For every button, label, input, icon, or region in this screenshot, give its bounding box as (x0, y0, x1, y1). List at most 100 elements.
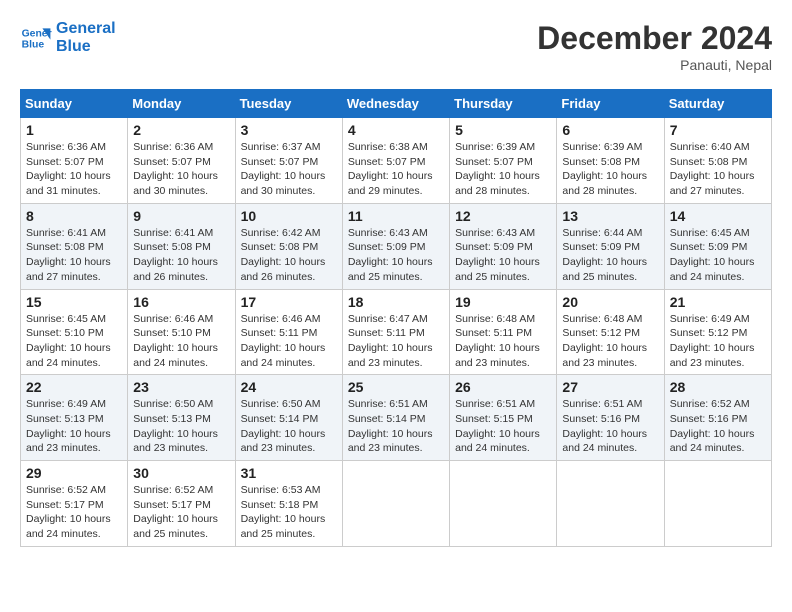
cell-day-number: 3 (241, 122, 337, 138)
weekday-wednesday: Wednesday (342, 90, 449, 118)
calendar-cell: 18 Sunrise: 6:47 AM Sunset: 5:11 PM Dayli… (342, 289, 449, 375)
cell-day-number: 6 (562, 122, 658, 138)
svg-text:Blue: Blue (22, 40, 45, 51)
cell-info: Sunrise: 6:48 AM Sunset: 5:12 PM Dayligh… (562, 312, 658, 371)
week-row-3: 15 Sunrise: 6:45 AM Sunset: 5:10 PM Dayli… (21, 289, 772, 375)
logo-general: General (56, 20, 116, 38)
weekday-sunday: Sunday (21, 90, 128, 118)
month-title: December 2024 (537, 20, 772, 57)
cell-day-number: 18 (348, 294, 444, 310)
calendar-cell: 4 Sunrise: 6:38 AM Sunset: 5:07 PM Daylig… (342, 118, 449, 204)
calendar-cell: 6 Sunrise: 6:39 AM Sunset: 5:08 PM Daylig… (557, 118, 664, 204)
calendar-cell: 28 Sunrise: 6:52 AM Sunset: 5:16 PM Dayli… (664, 375, 771, 461)
cell-day-number: 12 (455, 208, 551, 224)
cell-day-number: 5 (455, 122, 551, 138)
calendar-cell: 17 Sunrise: 6:46 AM Sunset: 5:11 PM Dayli… (235, 289, 342, 375)
cell-day-number: 15 (26, 294, 122, 310)
cell-info: Sunrise: 6:37 AM Sunset: 5:07 PM Dayligh… (241, 140, 337, 199)
cell-info: Sunrise: 6:44 AM Sunset: 5:09 PM Dayligh… (562, 226, 658, 285)
cell-info: Sunrise: 6:38 AM Sunset: 5:07 PM Dayligh… (348, 140, 444, 199)
cell-info: Sunrise: 6:51 AM Sunset: 5:14 PM Dayligh… (348, 397, 444, 456)
cell-day-number: 16 (133, 294, 229, 310)
week-row-2: 8 Sunrise: 6:41 AM Sunset: 5:08 PM Daylig… (21, 203, 772, 289)
calendar-cell: 9 Sunrise: 6:41 AM Sunset: 5:08 PM Daylig… (128, 203, 235, 289)
cell-day-number: 4 (348, 122, 444, 138)
week-row-1: 1 Sunrise: 6:36 AM Sunset: 5:07 PM Daylig… (21, 118, 772, 204)
title-block: December 2024 Panauti, Nepal (537, 20, 772, 73)
cell-day-number: 2 (133, 122, 229, 138)
cell-info: Sunrise: 6:52 AM Sunset: 5:17 PM Dayligh… (133, 483, 229, 542)
calendar-body: 1 Sunrise: 6:36 AM Sunset: 5:07 PM Daylig… (21, 118, 772, 547)
cell-day-number: 8 (26, 208, 122, 224)
calendar-cell: 23 Sunrise: 6:50 AM Sunset: 5:13 PM Dayli… (128, 375, 235, 461)
cell-info: Sunrise: 6:43 AM Sunset: 5:09 PM Dayligh… (348, 226, 444, 285)
cell-day-number: 19 (455, 294, 551, 310)
calendar-cell: 25 Sunrise: 6:51 AM Sunset: 5:14 PM Dayli… (342, 375, 449, 461)
cell-day-number: 29 (26, 465, 122, 481)
cell-info: Sunrise: 6:47 AM Sunset: 5:11 PM Dayligh… (348, 312, 444, 371)
calendar-cell: 12Sunrise: 6:43 AM Sunset: 5:09 PM Dayli… (450, 203, 557, 289)
cell-day-number: 11 (348, 208, 444, 224)
calendar-cell: 7 Sunrise: 6:40 AM Sunset: 5:08 PM Daylig… (664, 118, 771, 204)
cell-info: Sunrise: 6:41 AM Sunset: 5:08 PM Dayligh… (133, 226, 229, 285)
cell-day-number: 21 (670, 294, 766, 310)
calendar-cell: 21Sunrise: 6:49 AM Sunset: 5:12 PM Dayli… (664, 289, 771, 375)
calendar-cell: 30Sunrise: 6:52 AM Sunset: 5:17 PM Dayli… (128, 461, 235, 547)
cell-info: Sunrise: 6:45 AM Sunset: 5:10 PM Dayligh… (26, 312, 122, 371)
cell-info: Sunrise: 6:51 AM Sunset: 5:16 PM Dayligh… (562, 397, 658, 456)
cell-info: Sunrise: 6:52 AM Sunset: 5:16 PM Dayligh… (670, 397, 766, 456)
weekday-thursday: Thursday (450, 90, 557, 118)
cell-day-number: 23 (133, 379, 229, 395)
cell-info: Sunrise: 6:39 AM Sunset: 5:08 PM Dayligh… (562, 140, 658, 199)
cell-day-number: 22 (26, 379, 122, 395)
calendar-cell: 27 Sunrise: 6:51 AM Sunset: 5:16 PM Dayli… (557, 375, 664, 461)
week-row-4: 22Sunrise: 6:49 AM Sunset: 5:13 PM Dayli… (21, 375, 772, 461)
cell-day-number: 24 (241, 379, 337, 395)
cell-day-number: 28 (670, 379, 766, 395)
calendar-cell: 10Sunrise: 6:42 AM Sunset: 5:08 PM Dayli… (235, 203, 342, 289)
cell-info: Sunrise: 6:50 AM Sunset: 5:14 PM Dayligh… (241, 397, 337, 456)
calendar-cell: 13 Sunrise: 6:44 AM Sunset: 5:09 PM Dayli… (557, 203, 664, 289)
calendar-cell: 11 Sunrise: 6:43 AM Sunset: 5:09 PM Dayli… (342, 203, 449, 289)
logo-blue: Blue (56, 38, 116, 56)
cell-info: Sunrise: 6:48 AM Sunset: 5:11 PM Dayligh… (455, 312, 551, 371)
calendar-cell: 1 Sunrise: 6:36 AM Sunset: 5:07 PM Daylig… (21, 118, 128, 204)
cell-day-number: 20 (562, 294, 658, 310)
weekday-monday: Monday (128, 90, 235, 118)
calendar-cell: 26 Sunrise: 6:51 AM Sunset: 5:15 PM Dayli… (450, 375, 557, 461)
cell-day-number: 1 (26, 122, 122, 138)
cell-info: Sunrise: 6:50 AM Sunset: 5:13 PM Dayligh… (133, 397, 229, 456)
cell-day-number: 26 (455, 379, 551, 395)
calendar-cell: 14Sunrise: 6:45 AM Sunset: 5:09 PM Dayli… (664, 203, 771, 289)
cell-info: Sunrise: 6:41 AM Sunset: 5:08 PM Dayligh… (26, 226, 122, 285)
cell-info: Sunrise: 6:39 AM Sunset: 5:07 PM Dayligh… (455, 140, 551, 199)
weekday-friday: Friday (557, 90, 664, 118)
cell-info: Sunrise: 6:51 AM Sunset: 5:15 PM Dayligh… (455, 397, 551, 456)
cell-info: Sunrise: 6:40 AM Sunset: 5:08 PM Dayligh… (670, 140, 766, 199)
calendar-cell: 2Sunrise: 6:36 AM Sunset: 5:07 PM Daylig… (128, 118, 235, 204)
weekday-tuesday: Tuesday (235, 90, 342, 118)
cell-day-number: 17 (241, 294, 337, 310)
cell-day-number: 13 (562, 208, 658, 224)
location: Panauti, Nepal (537, 57, 772, 73)
cell-info: Sunrise: 6:53 AM Sunset: 5:18 PM Dayligh… (241, 483, 337, 542)
cell-day-number: 14 (670, 208, 766, 224)
calendar-cell (664, 461, 771, 547)
calendar-cell: 31Sunrise: 6:53 AM Sunset: 5:18 PM Dayli… (235, 461, 342, 547)
cell-day-number: 9 (133, 208, 229, 224)
cell-day-number: 25 (348, 379, 444, 395)
cell-info: Sunrise: 6:42 AM Sunset: 5:08 PM Dayligh… (241, 226, 337, 285)
cell-info: Sunrise: 6:52 AM Sunset: 5:17 PM Dayligh… (26, 483, 122, 542)
calendar-cell: 16Sunrise: 6:46 AM Sunset: 5:10 PM Dayli… (128, 289, 235, 375)
cell-day-number: 7 (670, 122, 766, 138)
cell-day-number: 27 (562, 379, 658, 395)
calendar-cell: 19 Sunrise: 6:48 AM Sunset: 5:11 PM Dayli… (450, 289, 557, 375)
cell-info: Sunrise: 6:46 AM Sunset: 5:11 PM Dayligh… (241, 312, 337, 371)
calendar-cell (557, 461, 664, 547)
logo: General Blue General Blue (20, 20, 116, 56)
calendar-cell: 15 Sunrise: 6:45 AM Sunset: 5:10 PM Dayli… (21, 289, 128, 375)
calendar-cell: 3 Sunrise: 6:37 AM Sunset: 5:07 PM Daylig… (235, 118, 342, 204)
weekday-saturday: Saturday (664, 90, 771, 118)
calendar-cell: 29 Sunrise: 6:52 AM Sunset: 5:17 PM Dayli… (21, 461, 128, 547)
cell-info: Sunrise: 6:36 AM Sunset: 5:07 PM Dayligh… (26, 140, 122, 199)
